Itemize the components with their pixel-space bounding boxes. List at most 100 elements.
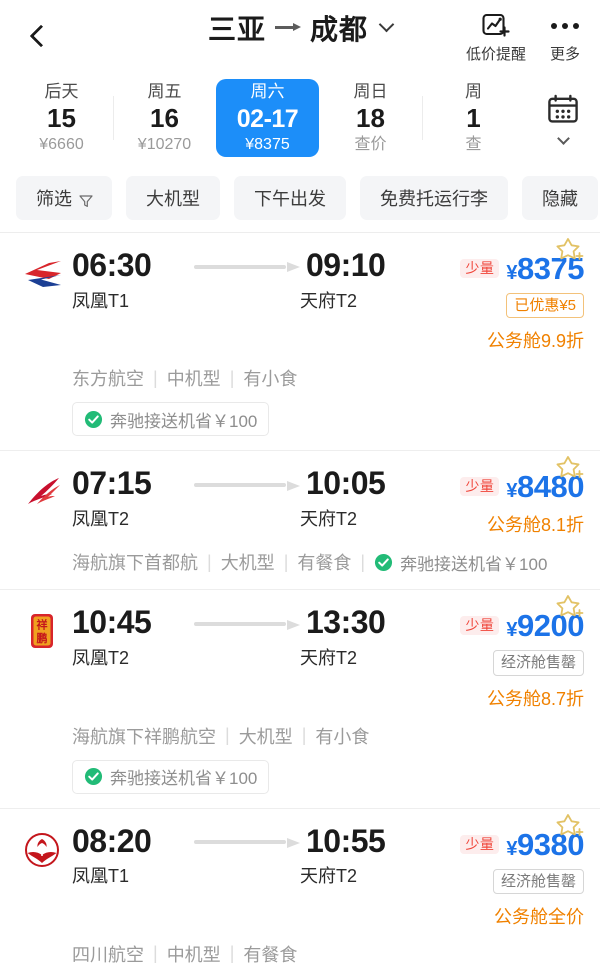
cabin-discount-note: 公务舱全价 [494,903,584,929]
airport-row: 凤凰T1天府T2 [72,287,406,313]
date-weekday: 周六 [251,81,285,102]
price-column: 少量¥8375已优惠¥5公务舱9.9折 [406,249,584,353]
destination-city: 成都 [310,8,368,48]
depart-airport: 凤凰T1 [72,287,300,313]
flight-card[interactable]: 07:1510:05凤凰T2天府T2少量¥8480公务舱8.1折海航旗下首都航 |… [0,451,600,590]
meta-item: 中机型 [167,941,221,966]
date-weekday: 后天 [45,81,79,102]
meta-divider: | [207,552,212,573]
meta-divider: | [302,725,307,746]
flight-times: 08:2010:55凤凰T1天府T2 [68,825,406,889]
filter-chip-3[interactable]: 免费托运行李 [360,176,508,220]
meta-divider: | [230,368,235,389]
star-plus-icon[interactable] [554,592,588,626]
depart-time: 10:45 [72,606,192,640]
app-header: 三亚 成都 低价提醒 更多 [0,0,600,72]
arrive-airport: 天府T2 [300,644,357,670]
service-tag[interactable]: 奔驰接送机省￥100 [72,402,269,436]
arrive-time: 09:10 [306,249,385,283]
flight-card[interactable]: 08:2010:55凤凰T1天府T2少量¥9380经济舱售罄公务舱全价四川航空|… [0,809,600,966]
flight-times: 06:3009:10 凤凰T1天府T2 [68,249,406,313]
time-row: 08:20 10:55 [72,825,406,859]
time-row: 10:45 13:30 [72,606,406,640]
date-weekday: 周 [465,81,482,102]
flight-meta-row: 海航旗下祥鹏航空|大机型|有小食 [16,723,584,749]
star-plus-icon[interactable] [554,235,588,269]
meta-item: 海航旗下首都航 [72,549,198,575]
meta-divider: | [230,943,235,964]
date-cell-2[interactable]: 周六02-17¥8375 [216,79,319,157]
meta-item: 四川航空 [72,941,144,966]
meta-divider: | [153,368,158,389]
meta-item: 有餐食 [243,941,297,966]
calendar-button[interactable] [528,72,598,164]
filter-chip-label: 免费托运行李 [380,185,488,211]
filter-chip-0[interactable]: 筛选 [16,176,112,220]
meta-divider: | [284,552,289,573]
flight-card[interactable]: 祥鹏10:4513:30凤凰T2天府T2少量¥9200经济舱售罄公务舱8.7折海… [0,590,600,808]
route-selector[interactable]: 三亚 成都 [208,8,392,48]
star-plus-icon[interactable] [554,811,588,845]
more-label: 更多 [550,43,580,64]
meta-item: 大机型 [221,549,275,575]
date-day: 16 [150,103,179,134]
date-cell-3[interactable]: 周日18查价 [319,79,422,157]
quantity-badge: 少量 [460,477,499,496]
filter-chip-2[interactable]: 下午出发 [234,176,346,220]
flight-meta-row: 四川航空|中机型|有餐食 [16,941,584,966]
date-day: 18 [356,103,385,134]
filter-chip-label: 大机型 [146,185,200,211]
time-row: 07:1510:05 [72,467,406,501]
svg-text:鹏: 鹏 [37,631,48,645]
arrive-time: 13:30 [306,606,385,640]
ellipsis-icon [548,12,582,40]
flight-times: 07:1510:05凤凰T2天府T2 [68,467,406,531]
flight-segment-arrow-icon [194,478,300,490]
filter-chip-row[interactable]: 筛选 大机型 下午出发 免费托运行李 隐藏 [0,164,600,232]
flight-main-row: 祥鹏10:4513:30凤凰T2天府T2少量¥9200经济舱售罄公务舱8.7折 [16,606,584,710]
chevron-down-icon [557,132,570,145]
date-cell-1[interactable]: 周五16¥10270 [113,79,216,157]
funnel-icon [79,192,92,205]
arrive-airport: 天府T2 [300,287,357,313]
date-day: 1 [466,103,480,134]
meta-divider: | [225,725,230,746]
flight-main-row: 08:2010:55凤凰T1天府T2少量¥9380经济舱售罄公务舱全价 [16,825,584,929]
service-tag[interactable]: 奔驰接送机省￥100 [72,760,269,794]
filter-chip-1[interactable]: 大机型 [126,176,220,220]
back-button[interactable] [18,16,58,56]
check-circle-icon [374,553,393,572]
date-cell-0[interactable]: 后天15¥6660 [10,79,113,157]
filter-chip-label: 隐藏 [542,185,578,211]
depart-time: 07:15 [72,467,192,501]
date-scroll-row[interactable]: 后天15¥6660周五16¥10270周六02-17¥8375周日18查价周1查 [10,72,528,164]
discount-badge: 已优惠¥5 [506,293,584,318]
depart-time: 08:20 [72,825,192,859]
price-alert-button[interactable]: 低价提醒 [466,12,526,64]
flight-list: 06:3009:10凤凰T1天府T2少量¥8375已优惠¥5公务舱9.9折东方航… [0,233,600,966]
star-plus-icon[interactable] [554,453,588,487]
date-cell-4[interactable]: 周1查 [422,79,525,157]
quantity-badge: 少量 [460,835,499,854]
arrive-airport: 天府T2 [300,862,357,888]
cabin-discount-note: 公务舱8.7折 [487,685,584,711]
service-tag[interactable]: 奔驰接送机省￥100 [374,550,547,575]
currency-symbol: ¥ [506,262,517,284]
filter-chip-4[interactable]: 隐藏 [522,176,598,220]
filter-chip-label: 下午出发 [254,185,326,211]
flight-meta-row: 东方航空|中机型|有小食 [16,365,584,391]
service-tag-label: 奔驰接送机省￥100 [110,764,257,789]
arrive-time: 10:55 [306,825,385,859]
meta-item: 大机型 [239,723,293,749]
service-tag-label: 奔驰接送机省￥100 [110,407,257,432]
more-button[interactable]: 更多 [548,12,582,64]
quantity-badge: 少量 [460,616,499,635]
flight-segment-arrow-icon [194,835,300,847]
flight-card[interactable]: 06:3009:10凤凰T1天府T2少量¥8375已优惠¥5公务舱9.9折东方航… [0,233,600,451]
price-column: 少量¥8480公务舱8.1折 [406,467,584,537]
chart-add-icon [481,12,511,40]
lucky-air-logo: 祥鹏 [16,606,68,652]
arrive-airport: 天府T2 [300,505,357,531]
china-eastern-logo [16,249,68,295]
time-row: 06:3009:10 [72,249,406,283]
